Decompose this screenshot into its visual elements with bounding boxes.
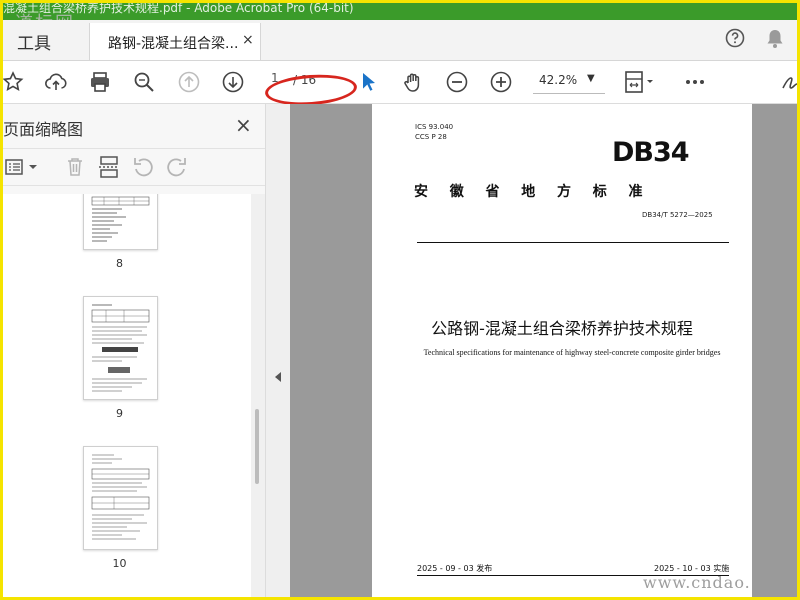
standard-code: DB34/T 5272—2025 [642, 211, 713, 219]
page-down-icon[interactable] [221, 70, 245, 94]
thumbnail-panel: 页面缩略图 × 8 9 10 [3, 104, 266, 597]
thumbnail-preview [91, 454, 150, 540]
app-window: 混凝土组合梁桥养护技术规程.pdf - Adobe Acrobat Pro (6… [0, 0, 800, 600]
select-arrow-icon[interactable] [357, 70, 381, 94]
thumbnail-page-10[interactable] [83, 446, 158, 550]
options-icon[interactable] [5, 157, 39, 177]
thumbnail-label-9: 9 [116, 407, 123, 420]
panel-toolbar [3, 148, 265, 186]
scrollbar-thumb[interactable] [255, 409, 259, 484]
sign-icon[interactable] [779, 70, 800, 94]
ics-code: ICS 93.040 [415, 123, 454, 131]
ccs-code: CCS P 28 [415, 133, 447, 141]
help-icon[interactable] [725, 28, 745, 48]
star-icon[interactable] [1, 70, 25, 94]
standard-type: 安 徽 省 地 方 标 准 [414, 184, 647, 200]
document-viewport[interactable]: ICS 93.040 CCS P 28 DB34 安 徽 省 地 方 标 准 D… [290, 104, 797, 597]
tab-document[interactable]: 路钢-混凝土组合梁... × [89, 23, 261, 60]
tab-close-button[interactable]: × [242, 32, 254, 48]
thumbnail-scrollbar[interactable] [251, 194, 265, 597]
panel-collapse-handle[interactable] [266, 104, 290, 597]
thumbnail-page-9[interactable] [83, 296, 158, 400]
more-icon[interactable] [683, 70, 707, 94]
zoom-in-icon[interactable] [489, 70, 513, 94]
watermark-bottom: www.cndao. [643, 573, 751, 592]
panel-close-button[interactable]: × [235, 113, 252, 137]
print-icon[interactable] [88, 70, 112, 94]
thumbnail-label-10: 10 [112, 557, 127, 570]
thumbnail-preview [91, 196, 150, 242]
redo-icon[interactable] [166, 156, 188, 178]
panel-title: 页面缩略图 [3, 120, 84, 139]
db34-logo: DB34 [612, 137, 690, 168]
issue-date: 2025 - 09 - 03 发布 [417, 564, 493, 573]
cloud-upload-icon[interactable] [44, 70, 68, 94]
thumbnail-label-8: 8 [116, 257, 123, 270]
undo-icon[interactable] [132, 156, 154, 178]
pdf-page: ICS 93.040 CCS P 28 DB34 安 徽 省 地 方 标 准 D… [372, 104, 752, 597]
page-up-icon[interactable] [177, 70, 201, 94]
thumbnail-page-8[interactable] [83, 194, 158, 250]
hand-icon[interactable] [401, 70, 425, 94]
page-fit-icon[interactable] [623, 70, 657, 94]
tab-document-label: 路钢-混凝土组合梁... [108, 36, 239, 52]
bell-icon[interactable] [765, 28, 785, 50]
zoom-search-icon[interactable] [132, 70, 156, 94]
tab-tools[interactable]: 工具 [17, 29, 51, 54]
document-title-en: Technical specifications for maintenance… [423, 348, 721, 357]
thumbnail-preview [91, 304, 150, 392]
main-toolbar [3, 61, 797, 104]
window-titlebar: 混凝土组合梁桥养护技术规程.pdf - Adobe Acrobat Pro (6… [3, 3, 797, 20]
thumbnail-list: 8 9 10 [3, 194, 251, 597]
tab-bar: 工具 路钢-混凝土组合梁... × [3, 20, 797, 61]
insert-page-icon[interactable] [98, 155, 120, 179]
document-title-cn: 公路钢-混凝土组合梁桥养护技术规程 [431, 319, 693, 338]
chevron-left-icon [275, 372, 281, 382]
trash-icon[interactable] [65, 157, 85, 177]
zoom-out-icon[interactable] [445, 70, 469, 94]
zoom-value: 42.2% [539, 73, 578, 87]
zoom-dropdown[interactable]: 42.2% ▼ [533, 67, 605, 94]
header-rule [417, 242, 729, 243]
chevron-down-icon: ▼ [587, 73, 595, 84]
